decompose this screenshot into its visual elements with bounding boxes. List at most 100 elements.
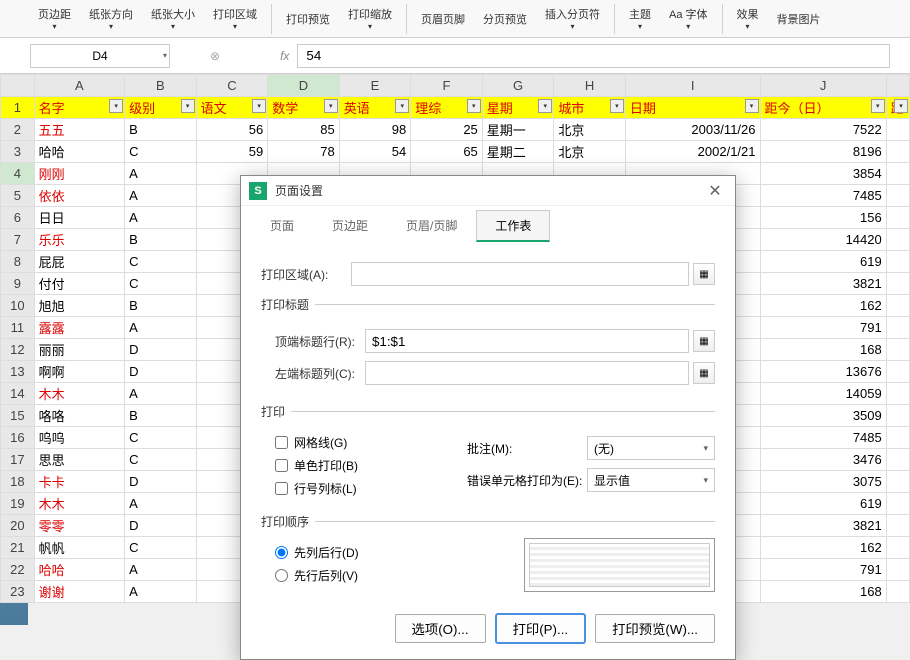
- cell[interactable]: 791: [760, 317, 886, 339]
- ribbon-item[interactable]: 分页预览: [475, 9, 535, 29]
- column-header[interactable]: J: [760, 75, 886, 97]
- cell[interactable]: [886, 251, 909, 273]
- dialog-tab[interactable]: 页面: [251, 210, 313, 242]
- cell[interactable]: C: [125, 427, 197, 449]
- filter-dropdown-icon[interactable]: ▾: [395, 99, 409, 113]
- cell[interactable]: 3854: [760, 163, 886, 185]
- cell[interactable]: [886, 317, 909, 339]
- cell[interactable]: A: [125, 207, 197, 229]
- comments-select[interactable]: (无): [587, 436, 715, 460]
- cell[interactable]: D: [125, 515, 197, 537]
- cell[interactable]: 依依: [34, 185, 124, 207]
- cell[interactable]: 7522: [760, 119, 886, 141]
- cell[interactable]: C: [125, 273, 197, 295]
- ribbon-item[interactable]: 效果: [729, 4, 767, 33]
- fx-label[interactable]: fx: [280, 49, 289, 63]
- cell[interactable]: [886, 405, 909, 427]
- column-header[interactable]: E: [339, 75, 411, 97]
- filter-dropdown-icon[interactable]: ▾: [181, 99, 195, 113]
- filter-dropdown-icon[interactable]: ▾: [467, 99, 481, 113]
- top-title-row-input[interactable]: [365, 329, 689, 353]
- dialog-tab[interactable]: 页边距: [313, 210, 387, 242]
- header-cell[interactable]: 距▾: [886, 97, 909, 119]
- cell[interactable]: 8196: [760, 141, 886, 163]
- errors-select[interactable]: 显示值: [587, 468, 715, 492]
- header-cell[interactable]: 数学▾: [268, 97, 340, 119]
- row-header[interactable]: 11: [1, 317, 35, 339]
- column-header[interactable]: [1, 75, 35, 97]
- cell[interactable]: 54: [339, 141, 411, 163]
- header-cell[interactable]: 距今（日）▾: [760, 97, 886, 119]
- filter-dropdown-icon[interactable]: ▾: [324, 99, 338, 113]
- dialog-tab[interactable]: 页眉/页脚: [387, 210, 476, 242]
- rowcol-headers-checkbox[interactable]: 行号列标(L): [275, 480, 447, 497]
- range-picker-icon[interactable]: ▦: [693, 362, 715, 384]
- cell[interactable]: C: [125, 141, 197, 163]
- row-header[interactable]: 19: [1, 493, 35, 515]
- row-header[interactable]: 5: [1, 185, 35, 207]
- cell[interactable]: 北京: [554, 119, 626, 141]
- order-down-radio[interactable]: 先列后行(D): [275, 544, 464, 561]
- left-title-col-input[interactable]: [365, 361, 689, 385]
- ribbon-item[interactable]: 纸张方向: [81, 4, 141, 33]
- print-preview-button[interactable]: 打印预览(W)...: [595, 614, 715, 643]
- cancel-icon[interactable]: ⊗: [210, 49, 220, 63]
- range-picker-icon[interactable]: ▦: [693, 330, 715, 352]
- row-header[interactable]: 23: [1, 581, 35, 603]
- column-header[interactable]: G: [482, 75, 554, 97]
- cell[interactable]: D: [125, 339, 197, 361]
- cell[interactable]: 丽丽: [34, 339, 124, 361]
- header-cell[interactable]: 级别▾: [125, 97, 197, 119]
- cell[interactable]: 星期二: [482, 141, 554, 163]
- row-header[interactable]: 20: [1, 515, 35, 537]
- cell[interactable]: 露露: [34, 317, 124, 339]
- cell[interactable]: B: [125, 405, 197, 427]
- cell[interactable]: [886, 141, 909, 163]
- cell[interactable]: 呜呜: [34, 427, 124, 449]
- name-box[interactable]: D4 ▾: [30, 44, 170, 68]
- row-header[interactable]: 12: [1, 339, 35, 361]
- cell[interactable]: [886, 559, 909, 581]
- order-over-radio[interactable]: 先行后列(V): [275, 567, 464, 584]
- print-button[interactable]: 打印(P)...: [496, 614, 586, 643]
- ribbon-item[interactable]: Aa 字体: [661, 4, 716, 33]
- cell[interactable]: [886, 515, 909, 537]
- row-header[interactable]: 13: [1, 361, 35, 383]
- cell[interactable]: D: [125, 361, 197, 383]
- formula-input[interactable]: [297, 44, 890, 68]
- cell[interactable]: 168: [760, 339, 886, 361]
- ribbon-item[interactable]: 主题: [621, 4, 659, 33]
- cell[interactable]: [886, 427, 909, 449]
- cell[interactable]: 13676: [760, 361, 886, 383]
- cell[interactable]: 付付: [34, 273, 124, 295]
- cell[interactable]: 日日: [34, 207, 124, 229]
- ribbon-item[interactable]: 插入分页符: [537, 4, 608, 33]
- cell[interactable]: [886, 163, 909, 185]
- cell[interactable]: 北京: [554, 141, 626, 163]
- order-down-radio-input[interactable]: [275, 546, 288, 559]
- cell[interactable]: 五五: [34, 119, 124, 141]
- row-header[interactable]: 2: [1, 119, 35, 141]
- cell[interactable]: 3476: [760, 449, 886, 471]
- cell[interactable]: 乐乐: [34, 229, 124, 251]
- cell[interactable]: B: [125, 295, 197, 317]
- row-header[interactable]: 3: [1, 141, 35, 163]
- cell[interactable]: 谢谢: [34, 581, 124, 603]
- row-header[interactable]: 16: [1, 427, 35, 449]
- dialog-tab[interactable]: 工作表: [476, 210, 550, 242]
- cell[interactable]: 156: [760, 207, 886, 229]
- row-header[interactable]: 22: [1, 559, 35, 581]
- header-cell[interactable]: 日期▾: [625, 97, 760, 119]
- cell[interactable]: [886, 361, 909, 383]
- cell[interactable]: 3821: [760, 515, 886, 537]
- cell[interactable]: A: [125, 163, 197, 185]
- cell[interactable]: 旭旭: [34, 295, 124, 317]
- column-header[interactable]: H: [554, 75, 626, 97]
- cell[interactable]: [886, 273, 909, 295]
- column-header[interactable]: I: [625, 75, 760, 97]
- cell[interactable]: A: [125, 383, 197, 405]
- ribbon-item[interactable]: 打印缩放: [340, 4, 400, 33]
- options-button[interactable]: 选项(O)...: [395, 614, 486, 643]
- filter-dropdown-icon[interactable]: ▾: [871, 99, 885, 113]
- cell[interactable]: 3821: [760, 273, 886, 295]
